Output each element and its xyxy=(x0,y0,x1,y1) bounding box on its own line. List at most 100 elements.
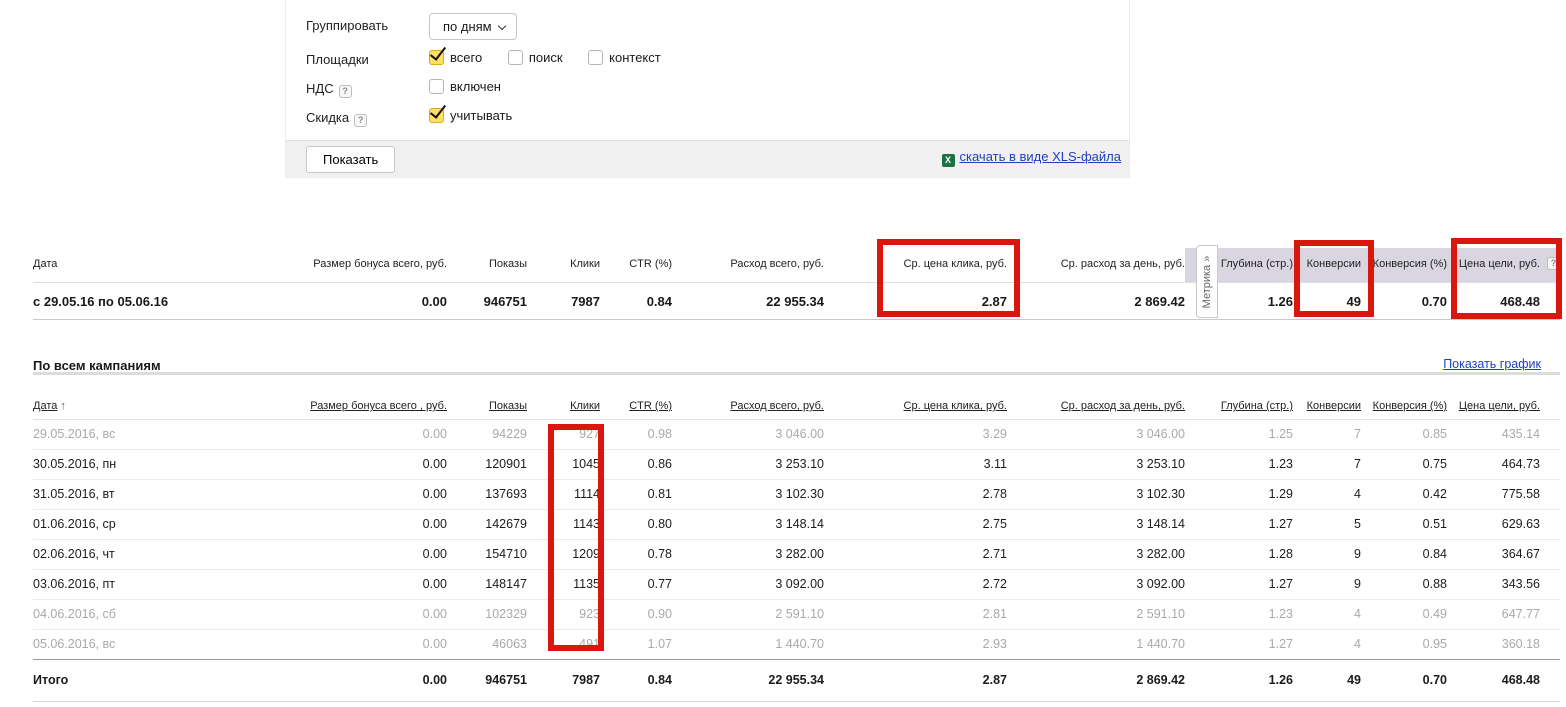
checkbox-search-label: поиск xyxy=(529,50,563,65)
group-by-select[interactable]: по дням xyxy=(429,13,517,40)
cell: 46063 xyxy=(447,630,527,660)
cell: 3 282.00 xyxy=(1007,540,1185,570)
col-header-ctr: CTR (%) xyxy=(600,388,672,420)
cell: 4 xyxy=(1293,600,1361,630)
cell: 94229 xyxy=(447,420,527,450)
col-header-depth: Глубина (стр.) xyxy=(1185,388,1293,420)
summary-avg-daily: 2 869.42 xyxy=(1007,283,1185,320)
show-chart-link[interactable]: Показать график xyxy=(1443,357,1541,371)
sort-by-avg-cpc[interactable]: Ср. цена клика, руб. xyxy=(904,400,1007,412)
cell: 0.77 xyxy=(600,570,672,600)
summary-header-row: Дата Размер бонуса всего, руб. Показы Кл… xyxy=(33,248,1560,283)
summary-data-row: с 29.05.16 по 05.06.16 0.00 946751 7987 … xyxy=(33,283,1560,320)
summary-header-ctr: CTR (%) xyxy=(600,248,672,283)
col-header-conv-rate: Конверсия (%) xyxy=(1361,388,1447,420)
cell: 9 xyxy=(1293,570,1361,600)
sort-by-clicks[interactable]: Клики xyxy=(570,400,600,412)
cell: 3 253.10 xyxy=(672,450,824,480)
checkbox-vat[interactable] xyxy=(429,79,444,94)
cell: 923 xyxy=(527,600,600,630)
summary-date-range: с 29.05.16 по 05.06.16 xyxy=(33,283,283,320)
cell-empty xyxy=(1540,630,1560,660)
goal-cost-help-icon[interactable]: ? xyxy=(1547,257,1560,270)
summary-goal-cost: 468.48 xyxy=(1447,283,1540,320)
cell: 0.00 xyxy=(283,420,447,450)
sort-asc-icon: ↑ xyxy=(60,400,66,412)
cell: 1.23 xyxy=(1185,600,1293,630)
cell: 3 102.30 xyxy=(672,480,824,510)
checkbox-search[interactable] xyxy=(508,50,523,65)
checkbox-discount[interactable] xyxy=(429,108,444,123)
checkbox-context[interactable] xyxy=(588,50,603,65)
cell: 102329 xyxy=(447,600,527,630)
vat-help-icon[interactable]: ? xyxy=(339,85,352,98)
summary-table: Дата Размер бонуса всего, руб. Показы Кл… xyxy=(33,248,1560,320)
sort-by-conversions[interactable]: Конверсии xyxy=(1307,400,1361,412)
cell: 629.63 xyxy=(1447,510,1540,540)
checkbox-total[interactable] xyxy=(429,50,444,65)
cell: 364.67 xyxy=(1447,540,1540,570)
cell: 7 xyxy=(1293,450,1361,480)
table-row: 29.05.2016, вс0.00942299270.983 046.003.… xyxy=(33,420,1560,450)
table-row: 02.06.2016, чт0.0015471012090.783 282.00… xyxy=(33,540,1560,570)
cell-empty xyxy=(1540,420,1560,450)
table-row: 31.05.2016, вт0.0013769311140.813 102.30… xyxy=(33,480,1560,510)
cell: 2.81 xyxy=(824,600,1007,630)
cell: 0.86 xyxy=(600,450,672,480)
cell: 1.25 xyxy=(1185,420,1293,450)
sort-by-depth[interactable]: Глубина (стр.) xyxy=(1221,400,1293,412)
cell: 1.29 xyxy=(1185,480,1293,510)
discount-label: Скидка? xyxy=(306,110,367,127)
summary-clicks: 7987 xyxy=(527,283,600,320)
cell: 927 xyxy=(527,420,600,450)
summary-header-bonus: Размер бонуса всего, руб. xyxy=(283,248,447,283)
table-row: 03.06.2016, пт0.0014814711350.773 092.00… xyxy=(33,570,1560,600)
discount-help-icon[interactable]: ? xyxy=(354,114,367,127)
cell: 137693 xyxy=(447,480,527,510)
col-header-goal-cost: Цена цели, руб. xyxy=(1447,388,1540,420)
cell: 0.42 xyxy=(1361,480,1447,510)
cell: 120901 xyxy=(447,450,527,480)
col-header-shows: Показы xyxy=(447,388,527,420)
table-row: 01.06.2016, ср0.0014267911430.803 148.14… xyxy=(33,510,1560,540)
cell: 22 955.34 xyxy=(672,660,824,702)
cell: 3 092.00 xyxy=(1007,570,1185,600)
checkbox-discount-label: учитывать xyxy=(450,108,512,123)
summary-header-date: Дата xyxy=(33,248,283,283)
col-header-date: Дата↑ xyxy=(33,388,283,420)
sort-by-conv-rate[interactable]: Конверсия (%) xyxy=(1373,400,1447,412)
cell: 0.00 xyxy=(283,630,447,660)
cell-empty xyxy=(1540,540,1560,570)
cell: 1045 xyxy=(527,450,600,480)
summary-header-goal-cost: Цена цели, руб. xyxy=(1447,248,1540,283)
metrika-tab[interactable]: Метрика » xyxy=(1196,245,1218,318)
cell: 0.95 xyxy=(1361,630,1447,660)
cell: 0.80 xyxy=(600,510,672,540)
sort-by-shows[interactable]: Показы xyxy=(489,400,527,412)
cell: 1.26 xyxy=(1185,660,1293,702)
cell: 3 046.00 xyxy=(672,420,824,450)
sort-by-avg-daily[interactable]: Ср. расход за день, руб. xyxy=(1061,400,1185,412)
cell: 2.78 xyxy=(824,480,1007,510)
cell: 7987 xyxy=(527,660,600,702)
cell: 3 148.14 xyxy=(672,510,824,540)
cell: 3 148.14 xyxy=(1007,510,1185,540)
discount-option: учитывать xyxy=(429,108,512,123)
show-button[interactable]: Показать xyxy=(306,146,395,173)
sort-by-goal-cost[interactable]: Цена цели, руб. xyxy=(1459,400,1540,412)
cell-date: 05.06.2016, вс xyxy=(33,630,283,660)
sort-by-ctr[interactable]: CTR (%) xyxy=(629,400,672,412)
xls-download-link[interactable]: скачать в виде XLS-файла xyxy=(960,149,1122,164)
cell: 49 xyxy=(1293,660,1361,702)
cell: 1.28 xyxy=(1185,540,1293,570)
cell: 1.23 xyxy=(1185,450,1293,480)
sort-by-bonus[interactable]: Размер бонуса всего , руб. xyxy=(310,400,447,412)
cell: 3.11 xyxy=(824,450,1007,480)
cell: 3.29 xyxy=(824,420,1007,450)
cell: 0.51 xyxy=(1361,510,1447,540)
sort-by-spend[interactable]: Расход всего, руб. xyxy=(730,400,824,412)
platforms-label: Площадки xyxy=(306,52,369,67)
cell-empty xyxy=(1540,660,1560,702)
sort-by-date[interactable]: Дата xyxy=(33,400,57,412)
cell: 3 092.00 xyxy=(672,570,824,600)
